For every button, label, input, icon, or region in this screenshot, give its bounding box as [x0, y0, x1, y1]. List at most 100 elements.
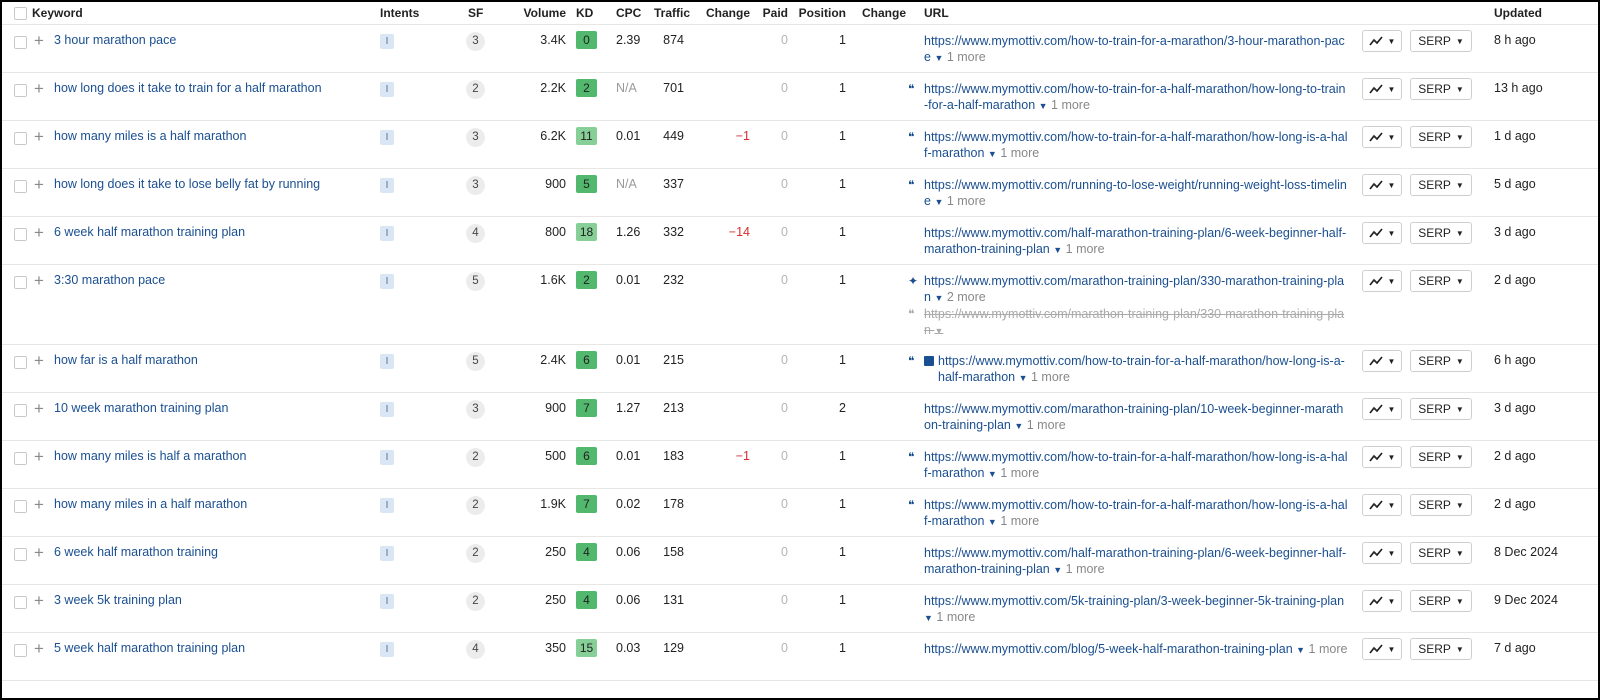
url-dropdown-icon[interactable]: ▼ — [1019, 373, 1028, 383]
select-all-checkbox[interactable] — [14, 7, 27, 21]
row-checkbox[interactable] — [14, 500, 27, 514]
keyword-link[interactable]: how many miles in a half marathon — [54, 497, 247, 511]
url-dropdown-icon[interactable]: ▼ — [1053, 245, 1062, 255]
add-keyword-icon[interactable]: + — [34, 175, 44, 194]
url-dropdown-icon[interactable]: ▼ — [988, 149, 997, 159]
sf-count[interactable]: 2 — [466, 80, 485, 99]
serp-button[interactable]: SERP ▼ — [1410, 30, 1472, 52]
add-keyword-icon[interactable]: + — [34, 495, 44, 514]
header-position-change[interactable]: Change — [852, 2, 908, 25]
sf-count[interactable]: 2 — [466, 448, 485, 467]
sf-count[interactable]: 3 — [466, 32, 485, 51]
sf-count[interactable]: 5 — [466, 272, 485, 291]
intent-badge[interactable]: I — [380, 546, 394, 561]
more-urls-link[interactable]: 2 more — [943, 290, 986, 304]
url-dropdown-icon[interactable]: ▼ — [1053, 565, 1062, 575]
position-history-button[interactable]: ▼ — [1362, 174, 1402, 196]
header-kd[interactable]: KD — [570, 2, 612, 25]
serp-button[interactable]: SERP ▼ — [1410, 638, 1472, 660]
intent-badge[interactable]: I — [380, 34, 394, 49]
position-history-button[interactable]: ▼ — [1362, 350, 1402, 372]
add-keyword-icon[interactable]: + — [34, 31, 44, 50]
ranking-url-link[interactable]: https://www.mymottiv.com/how-to-train-fo… — [924, 449, 1348, 482]
keyword-link[interactable]: how long does it take to train for a hal… — [54, 81, 322, 95]
intent-badge[interactable]: I — [380, 450, 394, 465]
sf-count[interactable]: 5 — [466, 352, 485, 371]
previous-url-link[interactable]: https://www.mymottiv.com/marathon-traini… — [924, 306, 1348, 339]
position-history-button[interactable]: ▼ — [1362, 590, 1402, 612]
header-url[interactable]: URL — [924, 2, 1362, 25]
keyword-link[interactable]: 3:30 marathon pace — [54, 273, 165, 287]
header-traffic[interactable]: Traffic — [650, 2, 698, 25]
position-history-button[interactable]: ▼ — [1362, 398, 1402, 420]
keyword-link[interactable]: 6 week half marathon training plan — [54, 225, 245, 239]
keyword-link[interactable]: 6 week half marathon training — [54, 545, 218, 559]
more-urls-link[interactable]: 1 more — [1023, 418, 1066, 432]
url-dropdown-icon[interactable]: ▼ — [1014, 421, 1023, 431]
add-keyword-icon[interactable]: + — [34, 399, 44, 418]
row-checkbox[interactable] — [14, 132, 27, 146]
add-keyword-icon[interactable]: + — [34, 591, 44, 610]
add-keyword-icon[interactable]: + — [34, 127, 44, 146]
row-checkbox[interactable] — [14, 404, 27, 418]
url-dropdown-icon[interactable]: ▼ — [1296, 645, 1305, 655]
row-checkbox[interactable] — [14, 276, 27, 290]
intent-badge[interactable]: I — [380, 594, 394, 609]
position-history-button[interactable]: ▼ — [1362, 542, 1402, 564]
sf-count[interactable]: 3 — [466, 128, 485, 147]
keyword-link[interactable]: 3 hour marathon pace — [54, 33, 176, 47]
more-urls-link[interactable]: 1 more — [943, 50, 986, 64]
url-dropdown-icon[interactable]: ▼ — [924, 613, 933, 623]
keyword-link[interactable]: 3 week 5k training plan — [54, 593, 182, 607]
add-keyword-icon[interactable]: + — [34, 79, 44, 98]
more-urls-link[interactable]: 1 more — [997, 514, 1039, 528]
ranking-url-link[interactable]: https://www.mymottiv.com/blog/5-week-hal… — [924, 641, 1347, 658]
intent-badge[interactable]: I — [380, 354, 394, 369]
url-dropdown-icon[interactable]: ▼ — [934, 326, 943, 336]
serp-button[interactable]: SERP ▼ — [1410, 446, 1472, 468]
add-keyword-icon[interactable]: + — [34, 351, 44, 370]
add-keyword-icon[interactable]: + — [34, 271, 44, 290]
intent-badge[interactable]: I — [380, 642, 394, 657]
position-history-button[interactable]: ▼ — [1362, 270, 1402, 292]
more-urls-link[interactable]: 1 more — [997, 466, 1039, 480]
keyword-link[interactable]: how long does it take to lose belly fat … — [54, 177, 320, 191]
row-checkbox[interactable] — [14, 356, 27, 370]
sf-count[interactable]: 2 — [466, 544, 485, 563]
intent-badge[interactable]: I — [380, 178, 394, 193]
intent-badge[interactable]: I — [380, 82, 394, 97]
header-paid[interactable]: Paid — [754, 2, 792, 25]
row-checkbox[interactable] — [14, 548, 27, 562]
ranking-url-link[interactable]: https://www.mymottiv.com/half-marathon-t… — [924, 225, 1348, 258]
row-checkbox[interactable] — [14, 180, 27, 194]
more-urls-link[interactable]: 1 more — [933, 610, 975, 624]
row-checkbox[interactable] — [14, 644, 27, 658]
header-keyword[interactable]: Keyword — [32, 2, 380, 25]
ranking-url-link[interactable]: https://www.mymottiv.com/half-marathon-t… — [924, 545, 1348, 578]
intent-badge[interactable]: I — [380, 402, 394, 417]
ranking-url-link[interactable]: https://www.mymottiv.com/5k-training-pla… — [924, 593, 1348, 626]
position-history-button[interactable]: ▼ — [1362, 494, 1402, 516]
intent-badge[interactable]: I — [380, 130, 394, 145]
row-checkbox[interactable] — [14, 228, 27, 242]
ranking-url-link[interactable]: https://www.mymottiv.com/marathon-traini… — [924, 401, 1348, 434]
ranking-url-link[interactable]: https://www.mymottiv.com/running-to-lose… — [924, 177, 1348, 210]
serp-button[interactable]: SERP ▼ — [1410, 542, 1472, 564]
add-keyword-icon[interactable]: + — [34, 447, 44, 466]
keyword-link[interactable]: 10 week marathon training plan — [54, 401, 228, 415]
position-history-button[interactable]: ▼ — [1362, 638, 1402, 660]
more-urls-link[interactable]: 1 more — [943, 194, 986, 208]
keyword-link[interactable]: how many miles is half a marathon — [54, 449, 246, 463]
ranking-url-link[interactable]: https://www.mymottiv.com/how-to-train-fo… — [938, 353, 1348, 386]
serp-button[interactable]: SERP ▼ — [1410, 590, 1472, 612]
add-keyword-icon[interactable]: + — [34, 543, 44, 562]
row-checkbox[interactable] — [14, 36, 27, 50]
url-dropdown-icon[interactable]: ▼ — [988, 469, 997, 479]
sf-count[interactable]: 3 — [466, 176, 485, 195]
header-cpc[interactable]: CPC — [612, 2, 650, 25]
intent-badge[interactable]: I — [380, 226, 394, 241]
sf-count[interactable]: 4 — [466, 224, 485, 243]
url-dropdown-icon[interactable]: ▼ — [988, 517, 997, 527]
header-updated[interactable]: Updated — [1484, 2, 1598, 25]
add-keyword-icon[interactable]: + — [34, 639, 44, 658]
